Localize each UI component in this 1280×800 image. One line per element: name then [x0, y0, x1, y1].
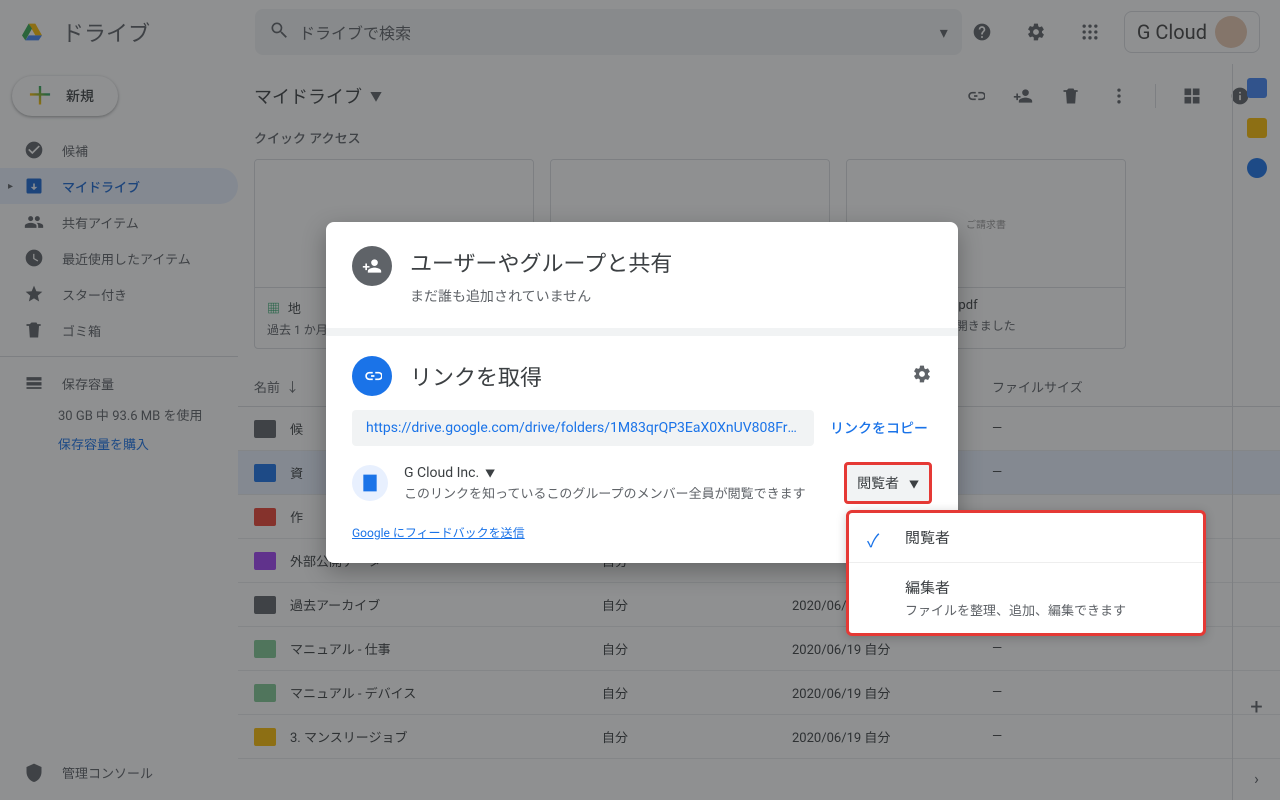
- link-title: リンクを取得: [410, 360, 542, 392]
- link-icon: [352, 356, 392, 396]
- role-dropdown: ✓ 閲覧者 編集者 ファイルを整理、追加、編集できます: [846, 510, 1206, 636]
- check-icon: ✓: [867, 527, 879, 553]
- feedback-link[interactable]: Google にフィードバックを送信: [352, 524, 932, 541]
- link-settings-icon[interactable]: [912, 364, 932, 388]
- role-select[interactable]: 閲覧者 ▼: [844, 462, 932, 504]
- role-option-editor[interactable]: 編集者 ファイルを整理、追加、編集できます: [849, 562, 1203, 633]
- role-option-viewer[interactable]: ✓ 閲覧者: [849, 513, 1203, 562]
- share-section: ユーザーやグループと共有 まだ誰も追加されていません: [326, 222, 958, 328]
- share-people-icon: [352, 246, 392, 286]
- chevron-down-icon: ▼: [909, 476, 919, 491]
- org-name[interactable]: G Cloud Inc. ▼: [404, 465, 828, 481]
- org-building-icon: [352, 465, 388, 501]
- share-title: ユーザーやグループと共有: [410, 246, 672, 278]
- link-url-field[interactable]: https://drive.google.com/drive/folders/1…: [352, 410, 814, 446]
- chevron-down-icon: ▼: [485, 465, 495, 480]
- org-description: このリンクを知っているこのグループのメンバー全員が閲覧できます: [404, 483, 828, 502]
- copy-link-button[interactable]: リンクをコピー: [830, 418, 932, 438]
- share-subtitle: まだ誰も追加されていません: [410, 286, 672, 306]
